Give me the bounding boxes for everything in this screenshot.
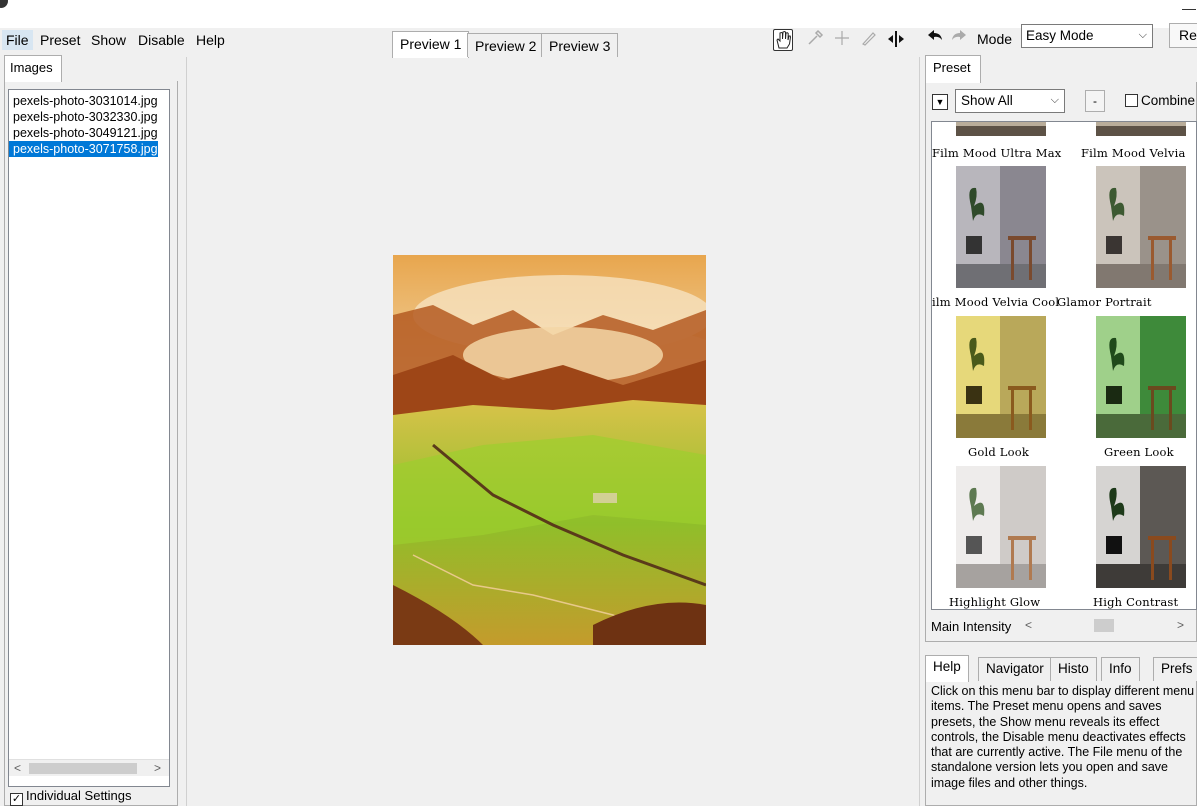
mode-label: Mode [977, 31, 1013, 47]
undo-icon[interactable] [926, 28, 946, 48]
slider-left-icon[interactable]: < [1020, 617, 1037, 634]
preset-thumbnail[interactable] [956, 466, 1046, 588]
tab-preview-2[interactable]: Preview 2 [467, 33, 545, 57]
tab-preview-3[interactable]: Preview 3 [541, 33, 619, 57]
individual-settings-option[interactable]: ✓ Individual Settings [10, 788, 132, 806]
tab-preset[interactable]: Preset [925, 55, 981, 83]
menu-file[interactable]: File [2, 30, 33, 50]
preset-thumbnail[interactable] [1096, 166, 1186, 288]
menu-help[interactable]: Help [192, 30, 229, 50]
individual-settings-checkbox[interactable]: ✓ [10, 793, 23, 806]
menu-preset[interactable]: Preset [36, 30, 84, 50]
combine-label: Combine [1141, 93, 1196, 108]
preset-label[interactable]: Green Look [1104, 445, 1174, 459]
preset-label[interactable]: Gold Look [968, 445, 1029, 459]
preset-thumbnail[interactable] [1096, 466, 1186, 588]
preset-gallery[interactable]: Film Mood Ultra Max Film Mood Velvia ilm… [931, 121, 1197, 610]
tab-help[interactable]: Help [925, 655, 969, 682]
preset-thumbnail[interactable] [956, 122, 1046, 136]
chevron-down-icon: ⌵ [1050, 94, 1059, 106]
eyedropper-icon[interactable] [805, 29, 825, 51]
preset-thumbnail[interactable] [956, 316, 1046, 438]
scroll-left-icon[interactable]: < [9, 760, 26, 777]
slider-thumb[interactable] [1094, 619, 1114, 632]
crosshair-icon[interactable] [832, 29, 852, 51]
preset-thumbnail[interactable] [956, 166, 1046, 288]
mode-select[interactable]: Easy Mode ⌵ [1021, 24, 1153, 48]
file-list-item-selected[interactable]: pexels-photo-3071758.jpg [9, 141, 158, 157]
tab-images[interactable]: Images [4, 55, 62, 82]
combine-checkbox[interactable] [1125, 94, 1138, 107]
preset-thumbnail[interactable] [1096, 122, 1186, 136]
help-text: Click on this menu bar to display differ… [931, 684, 1195, 790]
scroll-thumb[interactable] [29, 763, 137, 774]
mode-select-value: Easy Mode [1026, 28, 1094, 43]
tab-info[interactable]: Info [1101, 657, 1140, 681]
file-list-hscrollbar[interactable]: < > [9, 759, 169, 776]
tab-histo[interactable]: Histo [1050, 657, 1097, 681]
individual-settings-label: Individual Settings [26, 788, 132, 803]
redo-icon[interactable] [950, 28, 970, 48]
preset-label[interactable]: Highlight Glow [949, 595, 1040, 609]
preset-label[interactable]: Film Mood Ultra Max [932, 146, 1061, 160]
slider-right-icon[interactable]: > [1172, 617, 1189, 634]
compare-split-icon[interactable] [886, 29, 906, 51]
image-file-list[interactable]: pexels-photo-3031014.jpg pexels-photo-30… [8, 89, 170, 787]
preset-label[interactable]: Glamor Portrait [1057, 295, 1152, 309]
main-intensity-label: Main Intensity [931, 619, 1012, 634]
brush-icon[interactable] [859, 29, 879, 51]
show-filter-value: Show All [961, 93, 1013, 108]
reset-button[interactable]: Re [1169, 23, 1197, 48]
combine-option[interactable]: Combine [1125, 93, 1195, 108]
tab-navigator[interactable]: Navigator [978, 657, 1052, 681]
preset-label[interactable]: ilm Mood Velvia Cool [932, 295, 1059, 309]
minimize-button[interactable] [1182, 0, 1196, 10]
collapse-toggle-icon[interactable]: ▼ [932, 94, 948, 110]
preview-photo [393, 255, 706, 645]
app-icon [0, 0, 8, 8]
menu-disable[interactable]: Disable [134, 30, 189, 50]
title-bar [0, 0, 1197, 28]
menu-show[interactable]: Show [87, 30, 130, 50]
file-list-item[interactable]: pexels-photo-3032330.jpg [9, 109, 169, 125]
file-list-item[interactable]: pexels-photo-3031014.jpg [9, 93, 169, 109]
chevron-down-icon: ⌵ [1138, 29, 1147, 41]
preset-thumbnail[interactable] [1096, 316, 1186, 438]
file-list-item[interactable]: pexels-photo-3049121.jpg [9, 125, 169, 141]
remove-preset-button[interactable]: - [1085, 90, 1105, 112]
scroll-right-icon[interactable]: > [149, 760, 166, 777]
hand-icon[interactable] [773, 29, 793, 51]
tab-prefs[interactable]: Prefs [1153, 657, 1197, 681]
preset-label[interactable]: Film Mood Velvia [1081, 146, 1186, 160]
tab-preview-1[interactable]: Preview 1 [392, 31, 470, 58]
show-filter-select[interactable]: Show All ⌵ [955, 89, 1065, 113]
main-intensity-slider[interactable]: < > [1020, 617, 1192, 635]
preset-label[interactable]: High Contrast [1093, 595, 1178, 609]
